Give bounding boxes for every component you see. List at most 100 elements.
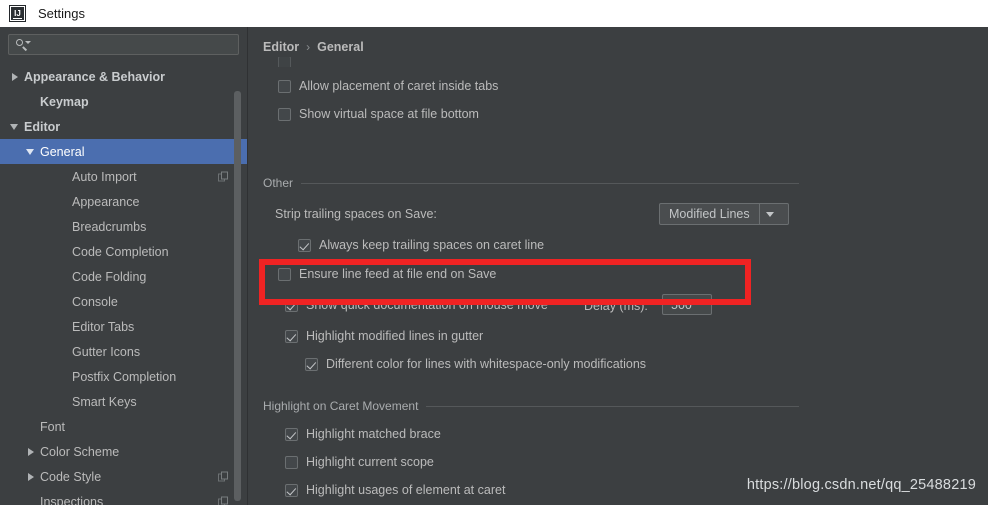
sidebar-scrollbar-thumb[interactable] xyxy=(234,91,241,501)
sidebar-item-label: Smart Keys xyxy=(72,394,137,409)
title-bar: IJ Settings xyxy=(0,0,988,27)
sidebar-item-editor[interactable]: Editor xyxy=(0,114,247,139)
sidebar-item-appearance[interactable]: Appearance xyxy=(0,189,247,214)
sidebar-item-code-style[interactable]: Code Style xyxy=(0,464,247,489)
sidebar-item-label: Editor Tabs xyxy=(72,319,135,334)
settings-content: Allow placement of caret inside tabs Sho… xyxy=(248,57,988,505)
checkbox-row-show-virtual-space[interactable]: Show virtual space at file bottom xyxy=(278,107,479,121)
different-color-whitespace-checkbox[interactable] xyxy=(305,357,318,371)
sidebar-item-font[interactable]: Font xyxy=(0,414,247,439)
show-quick-documentation-label: Show quick documentation on mouse move xyxy=(306,298,548,312)
settings-tree: Appearance & Behavior Keymap Editor General… xyxy=(0,64,247,505)
sidebar-item-color-scheme[interactable]: Color Scheme xyxy=(0,439,247,464)
breadcrumb-root[interactable]: Editor xyxy=(263,40,299,54)
checkbox-row-different-color-whitespace[interactable]: Different color for lines with whitespac… xyxy=(305,357,646,371)
allow-caret-inside-tabs-checkbox[interactable] xyxy=(278,79,291,93)
copy-icon[interactable] xyxy=(218,471,229,482)
sidebar-item-label: Gutter Icons xyxy=(72,344,141,359)
breadcrumb-separator-icon: › xyxy=(306,40,311,54)
cut-off-checkbox[interactable] xyxy=(278,57,291,67)
always-keep-trailing-spaces-label: Always keep trailing spaces on caret lin… xyxy=(319,238,545,252)
highlight-current-scope-label: Highlight current scope xyxy=(306,455,434,469)
ensure-line-feed-checkbox[interactable] xyxy=(278,267,291,281)
settings-main-panel: Editor › General Allow placement of care… xyxy=(248,27,988,505)
highlight-modified-lines-label: Highlight modified lines in gutter xyxy=(306,329,484,343)
highlight-current-scope-checkbox[interactable] xyxy=(285,455,298,469)
chevron-right-icon[interactable] xyxy=(26,472,36,482)
section-other-rule xyxy=(301,182,799,184)
section-highlight-on-caret-movement: Highlight on Caret Movement xyxy=(263,399,799,413)
strip-trailing-spaces-dropdown[interactable]: Modified Lines xyxy=(659,203,789,225)
section-highlight-on-caret-movement-label: Highlight on Caret Movement xyxy=(263,399,419,413)
sidebar-item-breadcrumbs[interactable]: Breadcrumbs xyxy=(0,214,247,239)
strip-trailing-spaces-label: Strip trailing spaces on Save: xyxy=(275,207,437,221)
search-box[interactable] xyxy=(8,34,239,55)
sidebar-item-code-folding[interactable]: Code Folding xyxy=(0,264,247,289)
show-virtual-space-checkbox[interactable] xyxy=(278,107,291,121)
checkbox-row-highlight-matched-brace[interactable]: Highlight matched brace xyxy=(285,427,441,441)
sidebar-item-console[interactable]: Console xyxy=(0,289,247,314)
checkbox-row-allow-caret-inside-tabs[interactable]: Allow placement of caret inside tabs xyxy=(278,79,498,93)
ensure-line-feed-label: Ensure line feed at file end on Save xyxy=(299,267,497,281)
sidebar-item-label: Console xyxy=(72,294,118,309)
highlight-usages-label: Highlight usages of element at caret xyxy=(306,483,506,497)
sidebar-item-inspections[interactable]: Inspections xyxy=(0,489,247,505)
sidebar-item-label: Inspections xyxy=(40,494,104,505)
section-other-label: Other xyxy=(263,176,294,190)
checkbox-row-always-keep-trailing-spaces[interactable]: Always keep trailing spaces on caret lin… xyxy=(298,238,544,252)
copy-icon[interactable] xyxy=(218,171,229,182)
copy-icon[interactable] xyxy=(218,496,229,505)
sidebar-item-editor-tabs[interactable]: Editor Tabs xyxy=(0,314,247,339)
sidebar-item-label: Appearance & Behavior xyxy=(24,69,166,84)
checkbox-row-cut-off[interactable] xyxy=(278,57,299,67)
search-icon[interactable] xyxy=(15,38,31,51)
search-input[interactable] xyxy=(29,34,238,55)
chevron-down-icon[interactable] xyxy=(26,147,36,157)
sidebar-item-postfix-completion[interactable]: Postfix Completion xyxy=(0,364,247,389)
checkbox-row-highlight-usages[interactable]: Highlight usages of element at caret xyxy=(285,483,505,497)
strip-trailing-spaces-value[interactable]: Modified Lines xyxy=(660,204,759,224)
always-keep-trailing-spaces-checkbox[interactable] xyxy=(298,238,311,252)
chevron-right-icon[interactable] xyxy=(26,447,36,457)
delay-input[interactable]: 500 xyxy=(662,294,712,315)
chevron-down-icon[interactable] xyxy=(758,204,781,224)
breadcrumb: Editor › General xyxy=(263,40,364,54)
chevron-right-icon[interactable] xyxy=(10,72,20,82)
highlight-modified-lines-checkbox[interactable] xyxy=(285,329,298,343)
sidebar-scrollbar-track[interactable] xyxy=(234,57,244,505)
sidebar-item-label: Code Style xyxy=(40,469,102,484)
sidebar-item-appearance-behavior[interactable]: Appearance & Behavior xyxy=(0,64,247,89)
sidebar-item-label: Code Completion xyxy=(72,244,169,259)
settings-window: IJ Settings Appearance & Behavior Keymap E… xyxy=(0,0,988,505)
delay-value[interactable]: 500 xyxy=(671,298,692,312)
checkbox-row-ensure-line-feed[interactable]: Ensure line feed at file end on Save xyxy=(278,267,496,281)
delay-label-row: Delay (ms): xyxy=(584,299,648,313)
delay-label: Delay (ms): xyxy=(584,299,648,313)
watermark: https://blog.csdn.net/qq_25488219 xyxy=(746,477,976,493)
sidebar-item-label: Code Folding xyxy=(72,269,147,284)
chevron-down-icon[interactable] xyxy=(10,122,20,132)
sidebar-item-label: Appearance xyxy=(72,194,140,209)
window-title: Settings xyxy=(38,6,85,21)
section-other: Other xyxy=(263,176,799,190)
checkbox-row-highlight-current-scope[interactable]: Highlight current scope xyxy=(285,455,434,469)
checkbox-row-show-quick-documentation[interactable]: Show quick documentation on mouse move xyxy=(285,298,548,312)
sidebar-item-smart-keys[interactable]: Smart Keys xyxy=(0,389,247,414)
search-area xyxy=(0,27,247,55)
sidebar-item-label: Font xyxy=(40,419,66,434)
sidebar-item-auto-import[interactable]: Auto Import xyxy=(0,164,247,189)
sidebar-item-general[interactable]: General xyxy=(0,139,247,164)
sidebar-item-label: General xyxy=(40,144,85,159)
highlight-usages-checkbox[interactable] xyxy=(285,483,298,497)
sidebar-item-code-completion[interactable]: Code Completion xyxy=(0,239,247,264)
sidebar-item-label: Postfix Completion xyxy=(72,369,177,384)
highlight-matched-brace-label: Highlight matched brace xyxy=(306,427,441,441)
checkbox-row-highlight-modified-lines[interactable]: Highlight modified lines in gutter xyxy=(285,329,483,343)
highlight-matched-brace-checkbox[interactable] xyxy=(285,427,298,441)
settings-sidebar: Appearance & Behavior Keymap Editor General… xyxy=(0,27,247,505)
sidebar-item-label: Breadcrumbs xyxy=(72,219,147,234)
sidebar-item-keymap[interactable]: Keymap xyxy=(0,89,247,114)
show-quick-documentation-checkbox[interactable] xyxy=(285,298,298,312)
allow-caret-inside-tabs-label: Allow placement of caret inside tabs xyxy=(299,79,499,93)
sidebar-item-gutter-icons[interactable]: Gutter Icons xyxy=(0,339,247,364)
